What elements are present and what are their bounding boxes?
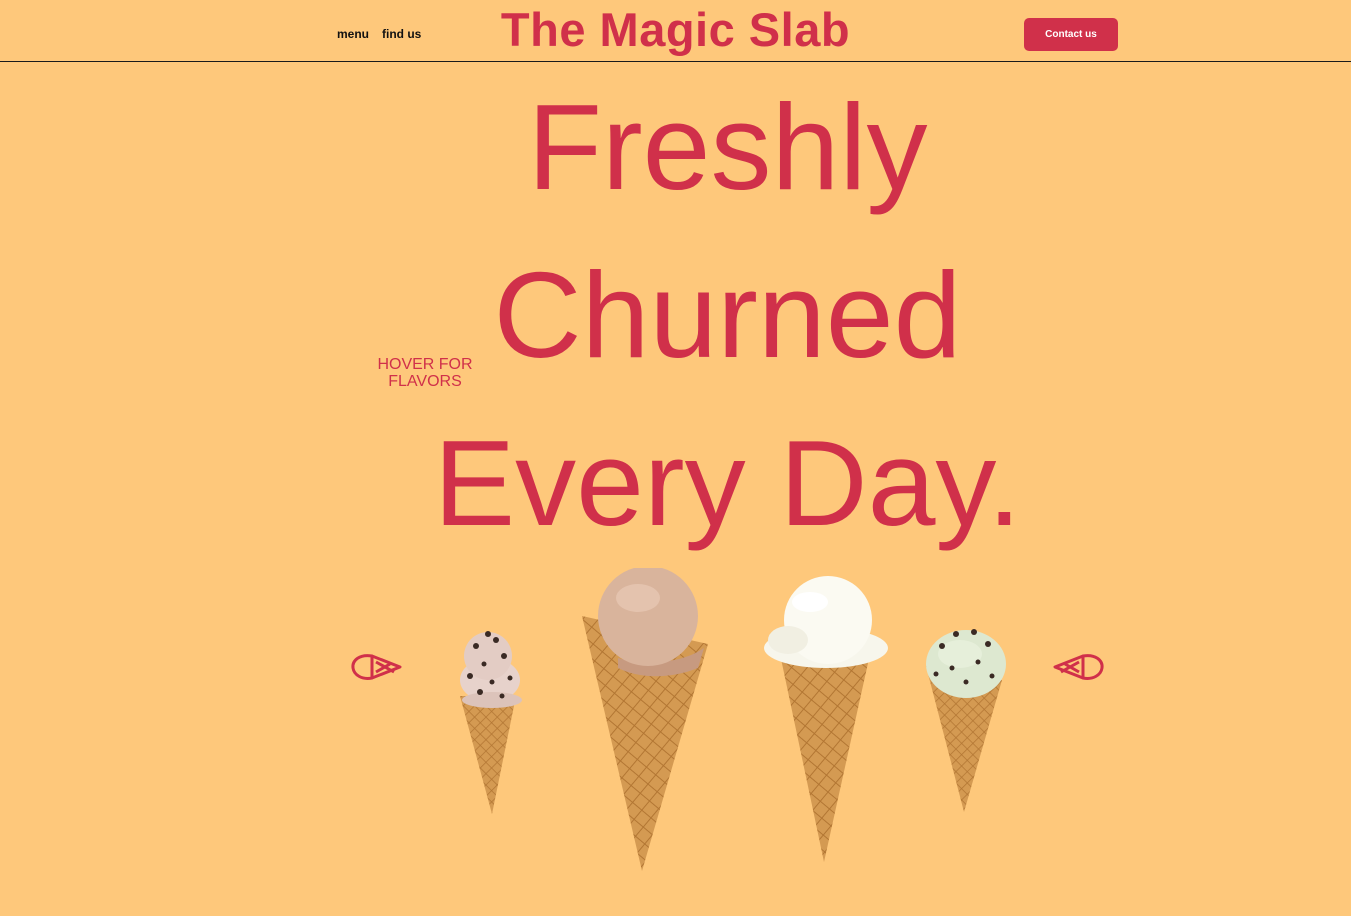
- cookies-and-cream-cone: [460, 631, 522, 814]
- hero-line-1: Freshly: [527, 79, 928, 215]
- flavor-cone-3[interactable]: [758, 576, 892, 864]
- hero-line-3: Every Day.: [433, 415, 1022, 551]
- ice-cream-cone-right-icon: [1053, 654, 1104, 680]
- carousel-next-button[interactable]: [1051, 650, 1105, 686]
- coffee-cone: [582, 566, 708, 871]
- vanilla-cone: [764, 576, 888, 862]
- page: menu find us The Magic Slab Contact us F…: [0, 0, 1351, 916]
- flavor-cone-1[interactable]: [452, 626, 528, 816]
- site-header: menu find us The Magic Slab Contact us: [0, 0, 1351, 62]
- flavor-cone-4[interactable]: [922, 624, 1012, 814]
- carousel-prev-button[interactable]: [350, 650, 404, 686]
- contact-button[interactable]: Contact us: [1024, 18, 1118, 51]
- brand-title[interactable]: The Magic Slab: [0, 2, 1351, 57]
- flavor-cone-2[interactable]: [578, 566, 712, 873]
- hero-line-2: Churned: [493, 247, 962, 383]
- mint-chocolate-chip-cone: [926, 629, 1006, 812]
- ice-cream-cone-left-icon: [351, 654, 402, 680]
- hover-hint: HOVER FOR FLAVORS: [377, 356, 473, 390]
